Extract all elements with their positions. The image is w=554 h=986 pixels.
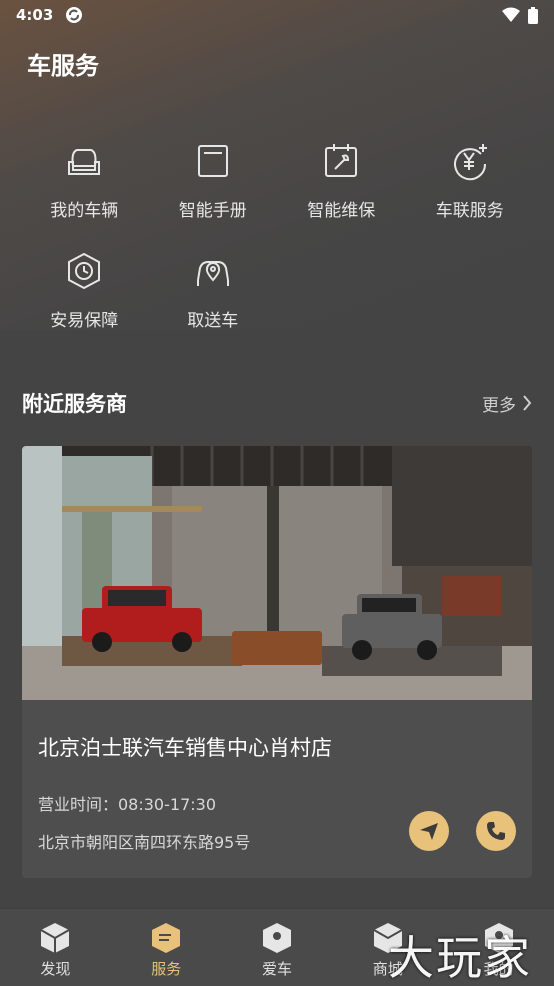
section-title: 附近服务商 [22,392,127,416]
tab-discover[interactable]: 发现 [0,909,111,986]
service-label: 车联服务 [435,201,504,221]
tab-service[interactable]: 服务 [111,909,222,986]
app-sync-icon [66,7,83,23]
service-grid: 我的车辆 智能手册 智能维保 车联服务 安易保障 取送车 [20,140,534,342]
paper-plane-icon [420,823,438,840]
status-time: 4:03 [16,6,54,24]
cube-icon [40,923,70,953]
dealer-card[interactable]: 北京泊士联汽车销售中心肖村店 营业时间：08:30-17:30 北京市朝阳区南四… [22,446,532,878]
dealer-name: 北京泊士联汽车销售中心肖村店 [38,736,332,760]
service-connected[interactable]: 车联服务 [406,140,535,232]
service-smart-maintenance[interactable]: 智能维保 [277,140,406,232]
tab-my-car[interactable]: 爱车 [222,909,333,986]
page-title: 车服务 [27,52,99,80]
tab-label: 发现 [40,960,71,978]
service-pickup-delivery[interactable]: 取送车 [149,250,278,342]
yuan-sparkle-icon [453,144,487,181]
status-bar: 4:03 [0,0,554,30]
call-button[interactable] [476,811,516,851]
showroom-photo [22,446,532,700]
service-label: 我的车辆 [50,201,119,221]
tab-label: 服务 [151,960,182,978]
service-label: 安易保障 [50,311,119,331]
more-label: 更多 [482,395,516,416]
navigate-button[interactable] [409,811,449,851]
manual-icon [197,145,228,177]
more-link[interactable]: 更多 [482,391,532,416]
maintenance-calendar-icon [325,144,358,177]
service-box-icon [152,923,181,953]
nearby-section-header: 附近服务商 更多 [22,388,532,418]
tab-label: 爱车 [261,960,292,978]
service-label: 取送车 [187,311,239,331]
service-label: 智能维保 [307,201,376,221]
dealer-hours: 营业时间：08:30-17:30 [38,795,216,814]
car-seat-icon [68,149,101,175]
car-pin-icon [262,923,291,953]
shield-clock-icon [68,252,101,290]
wifi-icon [502,7,520,22]
phone-icon [487,822,505,840]
service-smart-manual[interactable]: 智能手册 [149,140,278,232]
service-insurance[interactable]: 安易保障 [20,250,149,342]
service-my-vehicle[interactable]: 我的车辆 [20,140,149,232]
service-label: 智能手册 [178,201,247,221]
watermark-text: 大玩家 [388,931,532,985]
battery-icon [528,6,538,24]
chevron-right-icon [523,395,532,411]
car-location-icon [196,261,229,286]
dealer-address: 北京市朝阳区南四环东路95号 [38,833,251,852]
